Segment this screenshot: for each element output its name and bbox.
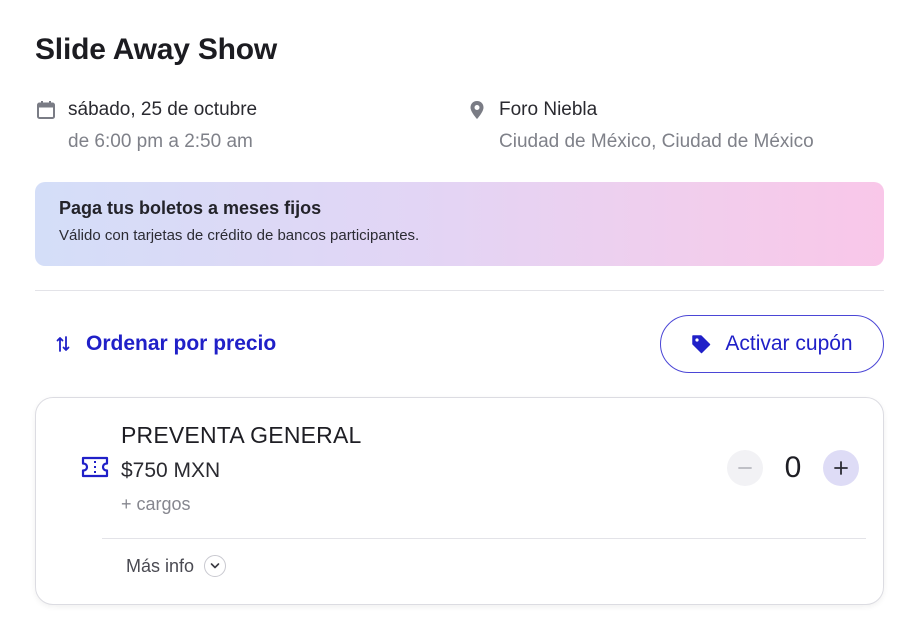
decrease-quantity-button[interactable] (727, 450, 763, 486)
banner-subtitle: Válido con tarjetas de crédito de bancos… (59, 227, 420, 244)
banner-title: Paga tus boletos a meses fijos (59, 198, 322, 218)
ticket-name: PREVENTA GENERAL (121, 422, 362, 448)
more-info-label: Más info (126, 555, 195, 576)
chevron-down-icon (204, 555, 227, 577)
tag-icon (691, 334, 711, 354)
ticket-icon (81, 456, 109, 478)
ticket-price: $750 MXN (121, 459, 221, 482)
minus-icon (738, 467, 752, 469)
section-divider (35, 290, 884, 291)
card-divider (102, 538, 866, 539)
event-time: de 6:00 pm a 2:50 am (68, 131, 253, 152)
event-venue: Foro Niebla Ciudad de México, Ciudad de … (466, 97, 814, 153)
installments-banner: Paga tus boletos a meses fijos Válido co… (35, 182, 884, 266)
calendar-icon (35, 99, 57, 121)
ticket-charges: + cargos (121, 494, 191, 514)
sort-by-price-button[interactable]: Ordenar por precio (55, 325, 276, 363)
activate-coupon-button[interactable]: Activar cupón (660, 315, 884, 373)
event-title: Slide Away Show (35, 33, 278, 66)
sort-label: Ordenar por precio (86, 332, 277, 355)
plus-icon (834, 461, 848, 475)
venue-city: Ciudad de México, Ciudad de México (499, 131, 814, 152)
sort-arrows-icon (55, 334, 71, 354)
more-info-toggle[interactable]: Más info (126, 553, 227, 579)
ticket-card: PREVENTA GENERAL $750 MXN + cargos 0 Más… (35, 397, 884, 605)
ticket-quantity: 0 (784, 451, 802, 484)
event-page: Slide Away Show sábado, 25 de octubre de… (0, 0, 906, 643)
venue-name: Foro Niebla (499, 99, 598, 120)
location-pin-icon (466, 99, 488, 121)
event-schedule: sábado, 25 de octubre de 6:00 pm a 2:50 … (35, 97, 257, 153)
increase-quantity-button[interactable] (823, 450, 859, 486)
event-date: sábado, 25 de octubre (68, 99, 258, 120)
coupon-label: Activar cupón (725, 332, 853, 355)
